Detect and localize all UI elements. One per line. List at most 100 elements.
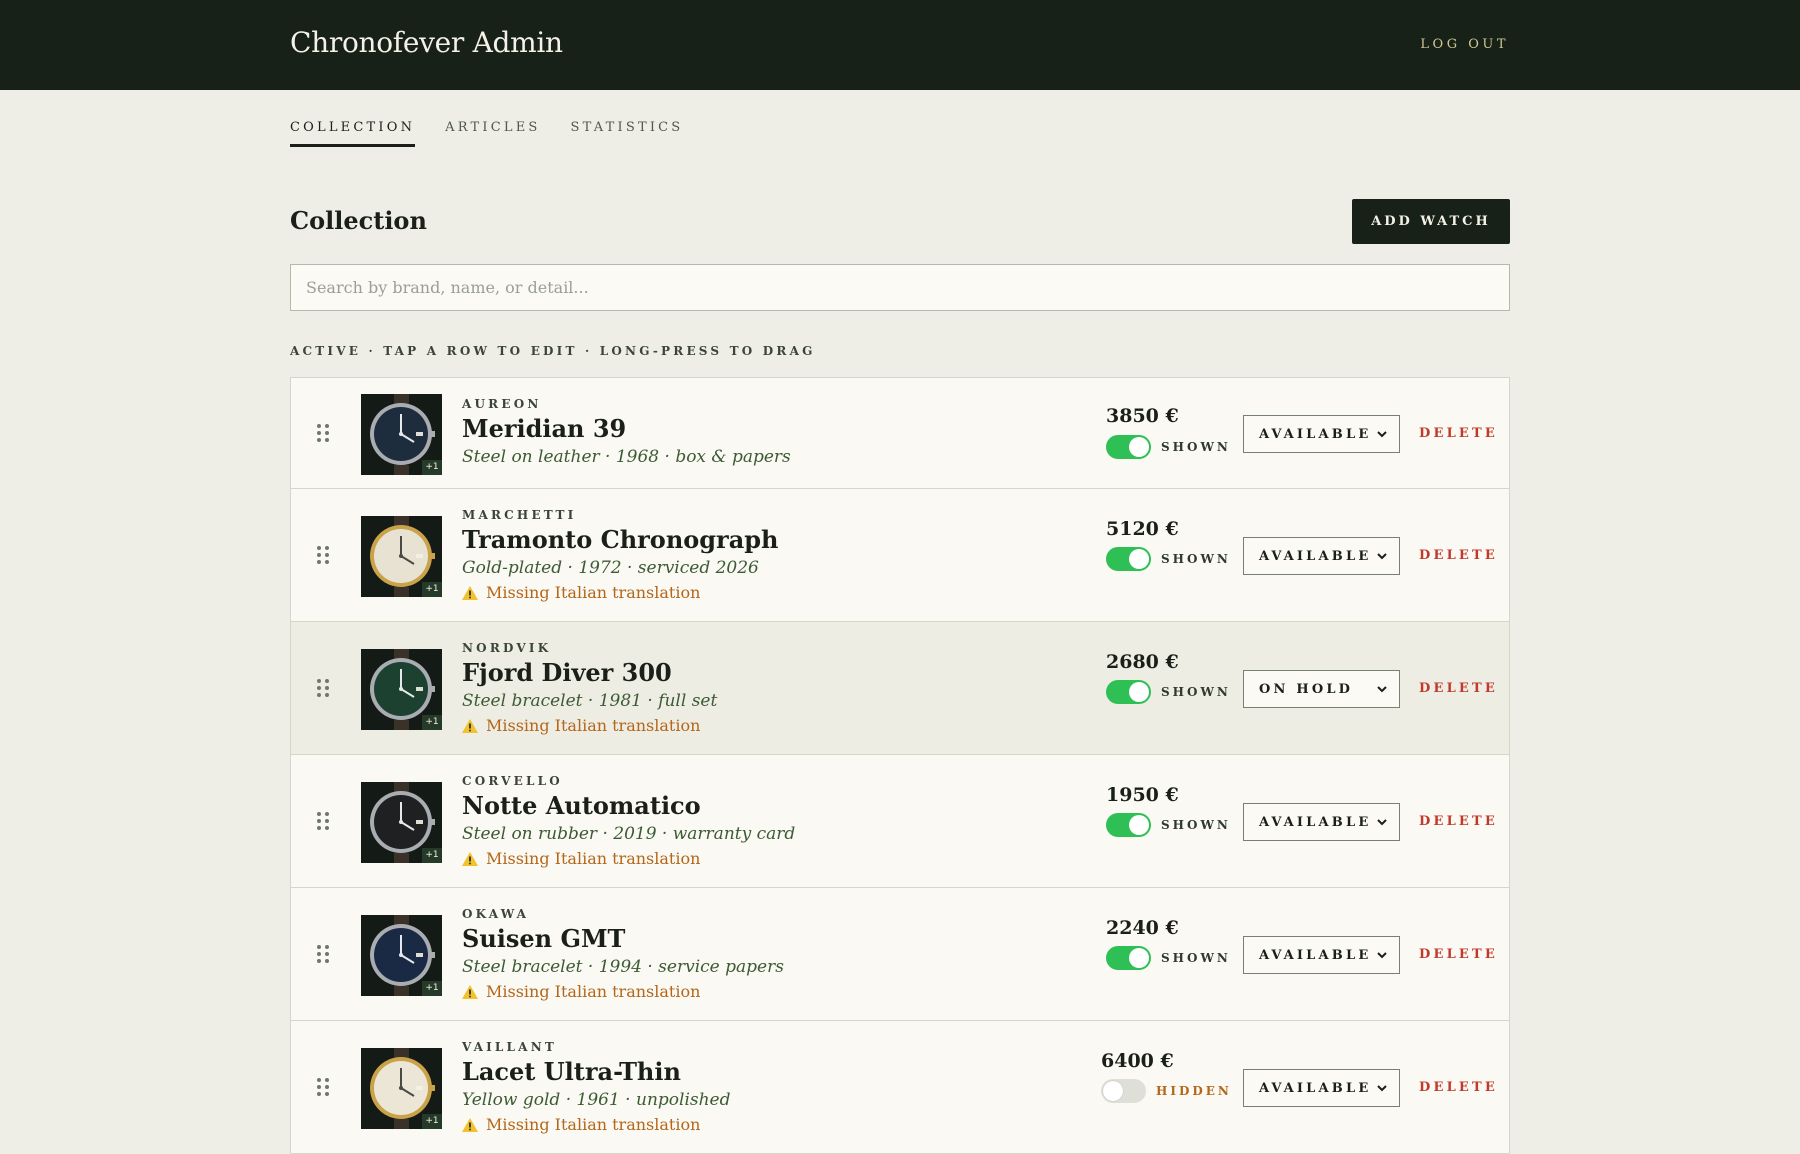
visibility-control: SHOWN bbox=[1106, 813, 1231, 837]
chevron-down-icon bbox=[1377, 819, 1387, 826]
chevron-down-icon bbox=[1377, 431, 1387, 438]
drag-handle-icon[interactable] bbox=[317, 1078, 329, 1098]
watch-brand: VAILLANT bbox=[462, 1040, 557, 1054]
watch-thumbnail: +1 bbox=[361, 649, 442, 730]
visibility-toggle[interactable] bbox=[1106, 946, 1151, 970]
watch-info: CORVELLO Notte Automatico Steel on rubber … bbox=[462, 773, 795, 871]
search-input[interactable] bbox=[290, 264, 1510, 311]
delete-button[interactable]: DELETE bbox=[1419, 681, 1498, 696]
warning-icon bbox=[462, 851, 478, 866]
visibility-label: SHOWN bbox=[1161, 440, 1231, 454]
photo-count-badge: +1 bbox=[422, 715, 442, 730]
watch-info: MARCHETTI Tramonto Chronograph Gold-plated… bbox=[462, 507, 778, 605]
warning-icon bbox=[462, 718, 478, 733]
table-row[interactable]: +1 OKAWA Suisen GMT Steel bracelet · 1994 ·… bbox=[291, 888, 1509, 1021]
table-row[interactable]: +1 AUREON Meridian 39 Steel on leather · 19… bbox=[291, 378, 1509, 489]
watch-detail: Steel bracelet · 1981 · full set bbox=[462, 691, 718, 711]
chevron-down-icon bbox=[1377, 553, 1387, 560]
list-hint: ACTIVE · TAP A ROW TO EDIT · LONG-PRESS … bbox=[290, 344, 816, 358]
watch-thumbnail: +1 bbox=[361, 516, 442, 597]
watch-info: VAILLANT Lacet Ultra-Thin Yellow gold · 19… bbox=[462, 1039, 731, 1137]
delete-button[interactable]: DELETE bbox=[1419, 947, 1498, 962]
watch-price: 1950 € bbox=[1106, 784, 1179, 806]
tab-collection[interactable]: COLLECTION bbox=[290, 120, 416, 147]
table-row[interactable]: +1 CORVELLO Notte Automatico Steel on rubbe… bbox=[291, 755, 1509, 888]
delete-button[interactable]: DELETE bbox=[1419, 548, 1498, 563]
warning-icon bbox=[462, 984, 478, 999]
visibility-label: SHOWN bbox=[1161, 951, 1231, 965]
drag-handle-icon[interactable] bbox=[317, 812, 329, 832]
status-value: ON HOLD bbox=[1259, 681, 1354, 697]
watch-name: Meridian 39 bbox=[462, 414, 627, 443]
visibility-toggle[interactable] bbox=[1106, 813, 1151, 837]
translation-warning: Missing Italian translation bbox=[462, 580, 778, 605]
app-title: Chronofever Admin bbox=[290, 26, 563, 59]
watch-brand: CORVELLO bbox=[462, 774, 563, 788]
table-row[interactable]: +1 NORDVIK Fjord Diver 300 Steel bracelet ·… bbox=[291, 622, 1509, 755]
drag-handle-icon[interactable] bbox=[317, 679, 329, 699]
drag-handle-icon[interactable] bbox=[317, 945, 329, 965]
watch-price: 6400 € bbox=[1101, 1050, 1174, 1072]
logout-link[interactable]: LOG OUT bbox=[1420, 37, 1509, 52]
visibility-label: SHOWN bbox=[1161, 818, 1231, 832]
warning-text: Missing Italian translation bbox=[486, 583, 701, 602]
watch-thumbnail: +1 bbox=[361, 915, 442, 996]
status-select[interactable]: AVAILABLE bbox=[1243, 936, 1400, 974]
add-watch-button[interactable]: ADD WATCH bbox=[1352, 199, 1510, 244]
chevron-down-icon bbox=[1377, 1085, 1387, 1092]
warning-icon bbox=[462, 585, 478, 600]
watch-brand: AUREON bbox=[462, 397, 542, 411]
watch-thumbnail: +1 bbox=[361, 394, 442, 475]
visibility-label: SHOWN bbox=[1161, 552, 1231, 566]
visibility-control: SHOWN bbox=[1106, 547, 1231, 571]
delete-button[interactable]: DELETE bbox=[1419, 1080, 1498, 1095]
translation-warning: Missing Italian translation bbox=[462, 846, 795, 871]
watch-name: Suisen GMT bbox=[462, 924, 626, 953]
watch-price: 3850 € bbox=[1106, 405, 1179, 427]
status-select[interactable]: AVAILABLE bbox=[1243, 803, 1400, 841]
photo-count-badge: +1 bbox=[422, 460, 442, 475]
status-select[interactable]: AVAILABLE bbox=[1243, 537, 1400, 575]
watch-brand: OKAWA bbox=[462, 907, 530, 921]
table-row[interactable]: +1 VAILLANT Lacet Ultra-Thin Yellow gold · … bbox=[291, 1021, 1509, 1154]
photo-count-badge: +1 bbox=[422, 848, 442, 863]
tab-articles[interactable]: ARTICLES bbox=[445, 120, 540, 147]
status-select[interactable]: AVAILABLE bbox=[1243, 1069, 1400, 1107]
visibility-toggle[interactable] bbox=[1106, 435, 1151, 459]
visibility-toggle[interactable] bbox=[1101, 1079, 1146, 1103]
watch-detail: Yellow gold · 1961 · unpolished bbox=[462, 1090, 731, 1110]
delete-button[interactable]: DELETE bbox=[1419, 814, 1498, 829]
status-value: AVAILABLE bbox=[1259, 947, 1372, 963]
warning-text: Missing Italian translation bbox=[486, 849, 701, 868]
delete-button[interactable]: DELETE bbox=[1419, 426, 1498, 441]
watch-detail: Steel on leather · 1968 · box & papers bbox=[462, 447, 791, 467]
translation-warning: Missing Italian translation bbox=[462, 979, 784, 1004]
chevron-down-icon bbox=[1377, 686, 1387, 693]
page-title: Collection bbox=[290, 206, 427, 235]
table-row[interactable]: +1 MARCHETTI Tramonto Chronograph Gold-plat… bbox=[291, 489, 1509, 622]
visibility-toggle[interactable] bbox=[1106, 680, 1151, 704]
visibility-control: HIDDEN bbox=[1101, 1079, 1232, 1103]
translation-warning: Missing Italian translation bbox=[462, 713, 717, 738]
watch-info: NORDVIK Fjord Diver 300 Steel bracelet · 1… bbox=[462, 640, 717, 738]
drag-handle-icon[interactable] bbox=[317, 546, 329, 566]
watch-thumbnail: +1 bbox=[361, 782, 442, 863]
status-value: AVAILABLE bbox=[1259, 814, 1372, 830]
status-select[interactable]: AVAILABLE bbox=[1243, 415, 1400, 453]
watch-name: Lacet Ultra-Thin bbox=[462, 1057, 681, 1086]
visibility-toggle[interactable] bbox=[1106, 547, 1151, 571]
watch-price: 2680 € bbox=[1106, 651, 1179, 673]
status-select[interactable]: ON HOLD bbox=[1243, 670, 1400, 708]
watch-detail: Steel bracelet · 1994 · service papers bbox=[462, 957, 784, 977]
watch-price: 5120 € bbox=[1106, 518, 1179, 540]
drag-handle-icon[interactable] bbox=[317, 424, 329, 444]
watch-info: AUREON Meridian 39 Steel on leather · 1968… bbox=[462, 396, 791, 469]
watch-thumbnail: +1 bbox=[361, 1048, 442, 1129]
status-value: AVAILABLE bbox=[1259, 548, 1372, 564]
watch-price: 2240 € bbox=[1106, 917, 1179, 939]
nav-tabs: COLLECTION ARTICLES STATISTICS bbox=[290, 120, 683, 147]
warning-text: Missing Italian translation bbox=[486, 982, 701, 1001]
watch-detail: Gold-plated · 1972 · serviced 2026 bbox=[462, 558, 759, 578]
status-value: AVAILABLE bbox=[1259, 426, 1372, 442]
tab-statistics[interactable]: STATISTICS bbox=[571, 120, 684, 147]
